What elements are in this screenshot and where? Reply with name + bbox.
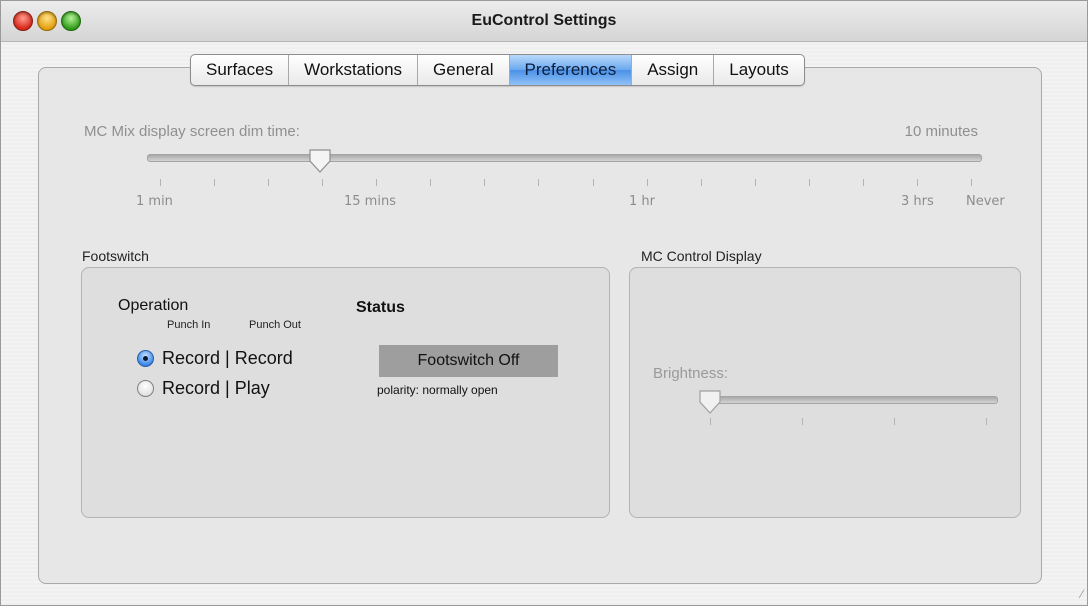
tick-mark (754, 179, 756, 186)
mc-control-group-title: MC Control Display (641, 248, 762, 264)
tick-mark (592, 179, 594, 186)
radio-record-record[interactable]: Record | Record (137, 348, 293, 369)
tick-mark (484, 179, 486, 186)
radio-record-play-label[interactable]: Record | Play (162, 378, 270, 399)
tick-mark (160, 179, 161, 186)
tick-mark (862, 179, 864, 186)
brightness-label: Brightness: (653, 365, 729, 382)
tab-layouts[interactable]: Layouts (714, 55, 804, 85)
dim-time-slider-knob[interactable] (307, 148, 333, 174)
tick-mark (808, 179, 810, 186)
tab-preferences[interactable]: Preferences (509, 55, 633, 85)
dim-time-value: 10 minutes (904, 123, 978, 140)
tick-mark (538, 179, 540, 186)
punch-out-label: Punch Out (249, 319, 301, 331)
tick-mark (376, 179, 378, 186)
radio-record-record-label[interactable]: Record | Record (162, 348, 293, 369)
tick-mark (986, 418, 987, 425)
tick-mark (214, 179, 216, 186)
polarity-text: polarity: normally open (377, 383, 498, 397)
scale-label-3hrs: 3 hrs (901, 194, 934, 209)
tab-surfaces[interactable]: Surfaces (191, 55, 290, 85)
tick-mark (971, 179, 972, 186)
scale-label-1hr: 1 hr (629, 194, 655, 209)
mc-control-group-box (629, 267, 1021, 518)
tick-mark (894, 418, 895, 425)
brightness-slider-track[interactable] (700, 396, 998, 404)
tab-general[interactable]: General (418, 55, 510, 85)
punch-in-label: Punch In (167, 319, 211, 331)
settings-window: EuControl Settings Surfaces Workstations… (0, 0, 1088, 606)
status-label: Status (356, 299, 405, 316)
resize-grip-icon[interactable]: ⁄ (1081, 587, 1083, 601)
title-bar[interactable]: EuControl Settings (1, 1, 1087, 42)
tick-mark (646, 179, 648, 186)
footswitch-status-indicator: Footswitch Off (379, 345, 558, 377)
tick-mark (700, 179, 702, 186)
radio-record-play[interactable]: Record | Play (137, 378, 270, 399)
tick-mark (322, 179, 324, 186)
tick-mark (802, 418, 803, 425)
radio-checked-icon[interactable] (137, 350, 154, 367)
tab-workstations[interactable]: Workstations (289, 55, 419, 85)
scale-label-1min: 1 min (136, 194, 173, 209)
dim-time-label: MC Mix display screen dim time: (84, 123, 300, 140)
tab-assign[interactable]: Assign (632, 55, 715, 85)
operation-label: Operation (118, 297, 189, 314)
radio-unchecked-icon[interactable] (137, 380, 154, 397)
scale-label-never: Never (966, 194, 1005, 209)
tick-mark (430, 179, 432, 186)
footswitch-group-title: Footswitch (82, 248, 149, 264)
brightness-slider-knob[interactable] (697, 389, 723, 415)
dim-time-slider-track[interactable] (147, 154, 982, 162)
tick-mark (710, 418, 711, 425)
tick-mark (268, 179, 270, 186)
scale-label-15mins: 15 mins (344, 194, 396, 209)
tick-mark (916, 179, 918, 186)
tab-bar: Surfaces Workstations General Preference… (190, 54, 805, 86)
window-title: EuControl Settings (471, 12, 617, 29)
